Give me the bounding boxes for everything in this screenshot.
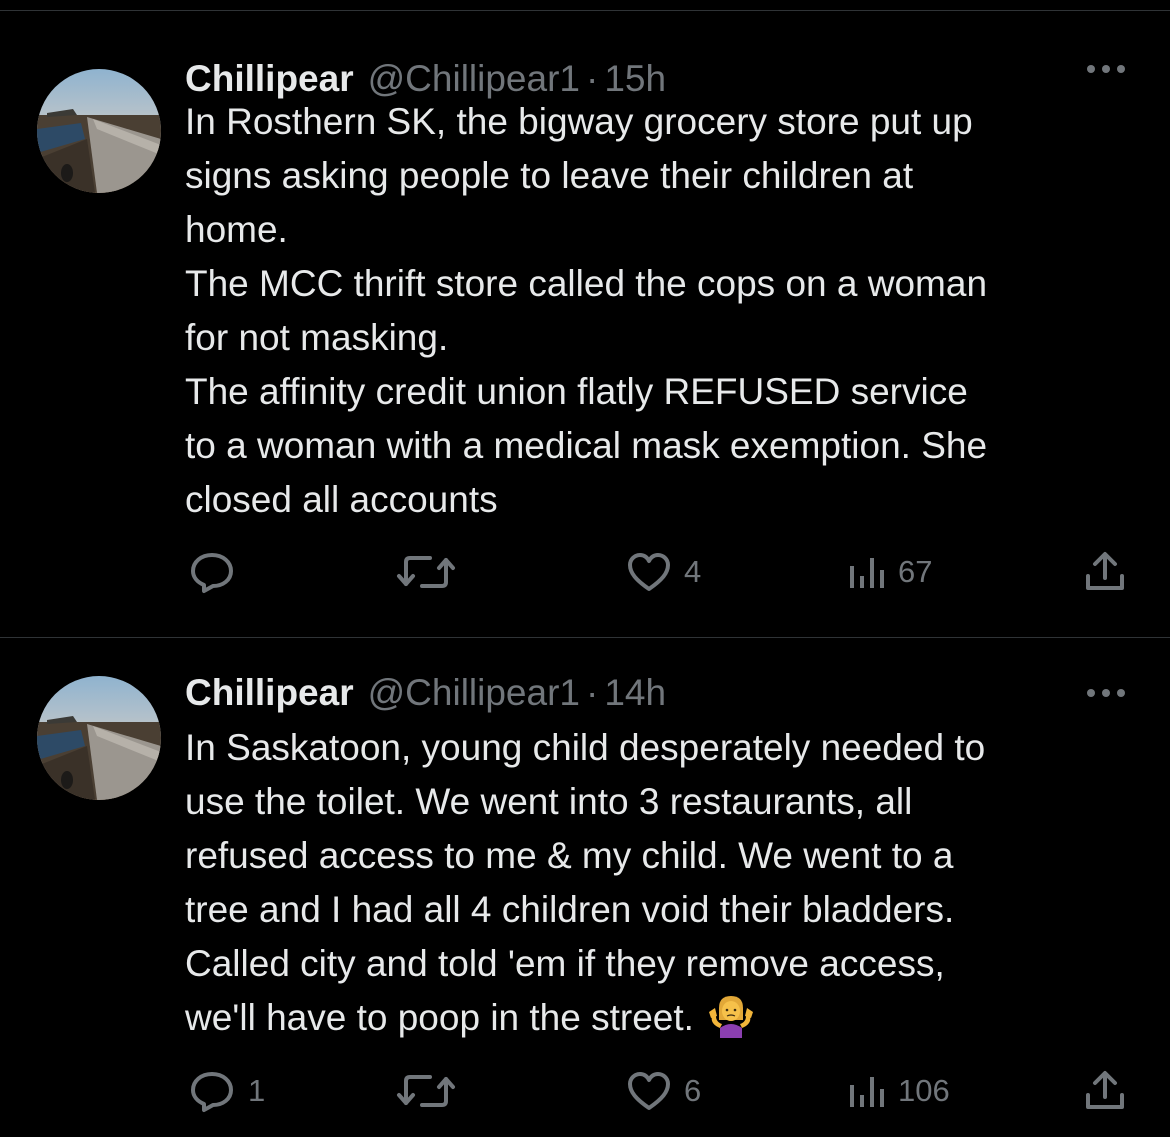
share-icon [1086,552,1124,590]
separator-dot: · [585,672,599,713]
views-count: 67 [898,554,933,589]
avatar[interactable] [37,69,161,193]
timestamp[interactable]: 14h [604,668,666,718]
more-dots-icon [1087,65,1125,73]
views-count: 106 [898,1073,950,1108]
share-button[interactable] [1083,545,1127,599]
avatar[interactable] [37,676,161,800]
retweet-button[interactable] [396,545,468,599]
tweet-text: In Saskatoon, young child desperately ne… [185,721,1145,1045]
heart-icon [628,1072,670,1110]
reply-icon [191,553,233,593]
tweet-text-line: to a woman with a medical mask exemption… [185,425,988,466]
tweet-actions: 4 67 [0,545,1170,599]
like-count: 4 [684,554,702,589]
tweet-text-line: signs asking people to leave their child… [185,155,914,196]
avatar-road-landscape-icon [37,69,161,193]
tweet-text-line: for not masking. [185,317,449,358]
tweet-text: In Rosthern SK, the bigway grocery store… [185,95,1145,527]
retweet-icon [397,1075,455,1107]
user-handle[interactable]: @Chillipear1 [368,668,580,718]
person-shrugging-emoji-icon [706,994,756,1038]
like-button[interactable]: 4 [626,545,701,599]
like-button[interactable]: 6 [626,1064,701,1118]
tweet-text-line: The MCC thrift store called the cops on … [185,263,988,304]
tweet[interactable]: Chillipear @Chillipear1 · 15h In Rosther… [0,11,1170,637]
tweet-text-line: we'll have to poop in the street. [185,991,1145,1045]
tweet-header: Chillipear @Chillipear1 · 14h [185,668,666,718]
views-button[interactable]: 67 [846,545,932,599]
avatar-road-landscape-icon [37,676,161,800]
more-options-button[interactable] [1083,683,1129,703]
tweet-text-line: In Rosthern SK, the bigway grocery store… [185,101,973,142]
more-dots-icon [1087,689,1125,697]
retweet-icon [397,556,455,588]
share-button[interactable] [1083,1064,1127,1118]
tweet-text-line: refused access to me & my child. We went… [185,835,954,876]
display-name[interactable]: Chillipear [185,668,354,718]
views-button[interactable]: 106 [846,1064,950,1118]
share-icon [1086,1071,1124,1109]
tweet-actions: 1 6 106 [0,1064,1170,1118]
reply-button[interactable]: 1 [188,1064,265,1118]
like-count: 6 [684,1073,702,1108]
tweet-text-line: Called city and told 'em if they remove … [185,943,945,984]
tweet-text-line: In Saskatoon, young child desperately ne… [185,727,986,768]
views-chart-icon [850,558,884,588]
reply-count: 1 [248,1073,266,1108]
tweet[interactable]: Chillipear @Chillipear1 · 14h In Saskato… [0,638,1170,1137]
reply-button[interactable] [188,545,248,599]
reply-icon [191,1072,233,1112]
tweet-text-line-content: we'll have to poop in the street. [185,997,694,1038]
tweet-text-line: use the toilet. We went into 3 restauran… [185,781,913,822]
more-options-button[interactable] [1083,59,1129,79]
retweet-button[interactable] [396,1064,468,1118]
tweet-text-line: tree and I had all 4 children void their… [185,889,955,930]
views-chart-icon [850,1077,884,1107]
tweet-text-line: home. [185,209,288,250]
tweet-text-line: The affinity credit union flatly REFUSED… [185,371,968,412]
heart-icon [628,553,670,591]
tweet-text-line: closed all accounts [185,479,498,520]
